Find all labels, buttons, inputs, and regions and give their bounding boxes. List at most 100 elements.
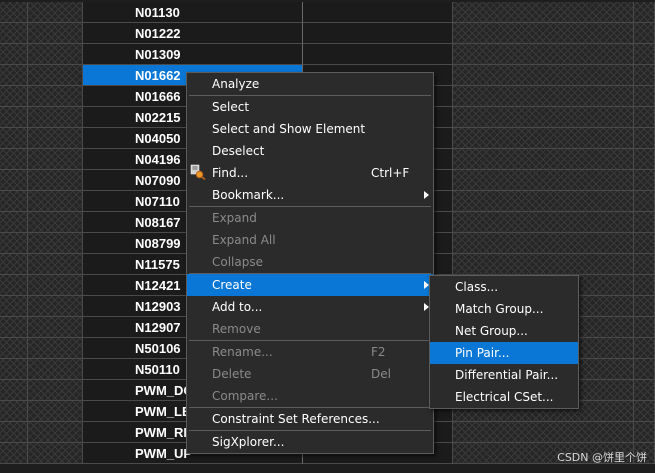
row-cell[interactable] <box>634 107 655 128</box>
menu-item-delete[interactable]: Delete Del <box>187 363 433 385</box>
row-cell[interactable] <box>453 107 634 128</box>
row-cell[interactable] <box>28 2 83 23</box>
row-cell[interactable] <box>634 65 655 86</box>
menu-item-expand-all[interactable]: Expand All <box>187 229 433 251</box>
net-name-cell[interactable]: N01309 <box>83 44 303 65</box>
menu-item-find[interactable]: Find... Ctrl+F <box>187 162 433 184</box>
row-cell[interactable] <box>0 422 28 443</box>
menu-item-create[interactable]: Create <box>187 274 433 296</box>
row-cell[interactable] <box>0 128 28 149</box>
row-cell[interactable] <box>0 254 28 275</box>
row-cell[interactable] <box>453 23 634 44</box>
row-cell[interactable] <box>0 2 28 23</box>
row-cell[interactable] <box>0 191 28 212</box>
row-cell[interactable] <box>28 275 83 296</box>
row-cell[interactable] <box>28 401 83 422</box>
row-cell[interactable] <box>453 191 634 212</box>
row-cell[interactable] <box>303 23 453 44</box>
row-cell[interactable] <box>28 212 83 233</box>
row-cell[interactable] <box>0 23 28 44</box>
submenu-item-net-group[interactable]: Net Group... <box>430 320 578 342</box>
row-cell[interactable] <box>0 317 28 338</box>
row-cell[interactable] <box>634 422 655 443</box>
menu-item-constraint-set-references[interactable]: Constraint Set References... <box>187 408 433 430</box>
row-cell[interactable] <box>634 44 655 65</box>
submenu-item-differential-pair[interactable]: Differential Pair... <box>430 364 578 386</box>
table-row[interactable]: N01309 <box>0 44 655 65</box>
row-cell[interactable] <box>453 2 634 23</box>
row-cell[interactable] <box>453 44 634 65</box>
row-cell[interactable] <box>453 212 634 233</box>
menu-item-deselect[interactable]: Deselect <box>187 140 433 162</box>
menu-item-sigxplorer[interactable]: SigXplorer... <box>187 431 433 453</box>
row-cell[interactable] <box>634 380 655 401</box>
row-cell[interactable] <box>453 170 634 191</box>
row-cell[interactable] <box>28 23 83 44</box>
row-cell[interactable] <box>634 86 655 107</box>
menu-item-remove[interactable]: Remove <box>187 318 433 340</box>
row-cell[interactable] <box>28 107 83 128</box>
submenu-item-electrical-cset[interactable]: Electrical CSet... <box>430 386 578 408</box>
row-cell[interactable] <box>634 317 655 338</box>
row-cell[interactable] <box>453 149 634 170</box>
row-cell[interactable] <box>28 191 83 212</box>
menu-item-select[interactable]: Select <box>187 96 433 118</box>
row-cell[interactable] <box>0 401 28 422</box>
row-cell[interactable] <box>634 359 655 380</box>
row-cell[interactable] <box>453 254 634 275</box>
row-cell[interactable] <box>634 191 655 212</box>
row-cell[interactable] <box>634 338 655 359</box>
row-cell[interactable] <box>28 443 83 464</box>
menu-item-select-and-show[interactable]: Select and Show Element <box>187 118 433 140</box>
row-cell[interactable] <box>28 170 83 191</box>
row-cell[interactable] <box>28 317 83 338</box>
row-cell[interactable] <box>0 296 28 317</box>
row-cell[interactable] <box>28 380 83 401</box>
menu-item-analyze[interactable]: Analyze <box>187 73 433 95</box>
table-row[interactable]: N01130 <box>0 2 655 23</box>
row-cell[interactable] <box>453 65 634 86</box>
row-cell[interactable] <box>303 44 453 65</box>
row-cell[interactable] <box>634 233 655 254</box>
row-cell[interactable] <box>28 86 83 107</box>
row-cell[interactable] <box>453 233 634 254</box>
row-cell[interactable] <box>0 107 28 128</box>
menu-item-add-to[interactable]: Add to... <box>187 296 433 318</box>
row-cell[interactable] <box>0 380 28 401</box>
row-cell[interactable] <box>28 149 83 170</box>
row-cell[interactable] <box>0 275 28 296</box>
row-cell[interactable] <box>28 422 83 443</box>
row-cell[interactable] <box>634 212 655 233</box>
row-cell[interactable] <box>0 212 28 233</box>
row-cell[interactable] <box>634 23 655 44</box>
row-cell[interactable] <box>28 65 83 86</box>
row-cell[interactable] <box>634 2 655 23</box>
row-cell[interactable] <box>0 170 28 191</box>
menu-item-compare[interactable]: Compare... <box>187 385 433 407</box>
row-cell[interactable] <box>453 422 634 443</box>
row-cell[interactable] <box>0 338 28 359</box>
row-cell[interactable] <box>28 233 83 254</box>
row-cell[interactable] <box>453 86 634 107</box>
menu-item-bookmark[interactable]: Bookmark... <box>187 184 433 206</box>
row-cell[interactable] <box>0 359 28 380</box>
row-cell[interactable] <box>634 275 655 296</box>
menu-item-collapse[interactable]: Collapse <box>187 251 433 273</box>
row-cell[interactable] <box>28 254 83 275</box>
row-cell[interactable] <box>634 128 655 149</box>
row-cell[interactable] <box>28 338 83 359</box>
table-row[interactable]: N01222 <box>0 23 655 44</box>
submenu-item-pin-pair[interactable]: Pin Pair... <box>430 342 578 364</box>
menu-item-rename[interactable]: Rename... F2 <box>187 341 433 363</box>
row-cell[interactable] <box>634 296 655 317</box>
row-cell[interactable] <box>634 170 655 191</box>
row-cell[interactable] <box>634 401 655 422</box>
row-cell[interactable] <box>634 254 655 275</box>
row-cell[interactable] <box>28 296 83 317</box>
row-cell[interactable] <box>0 149 28 170</box>
row-cell[interactable] <box>303 2 453 23</box>
row-cell[interactable] <box>28 128 83 149</box>
net-name-cell[interactable]: N01130 <box>83 2 303 23</box>
submenu-item-match-group[interactable]: Match Group... <box>430 298 578 320</box>
row-cell[interactable] <box>453 128 634 149</box>
